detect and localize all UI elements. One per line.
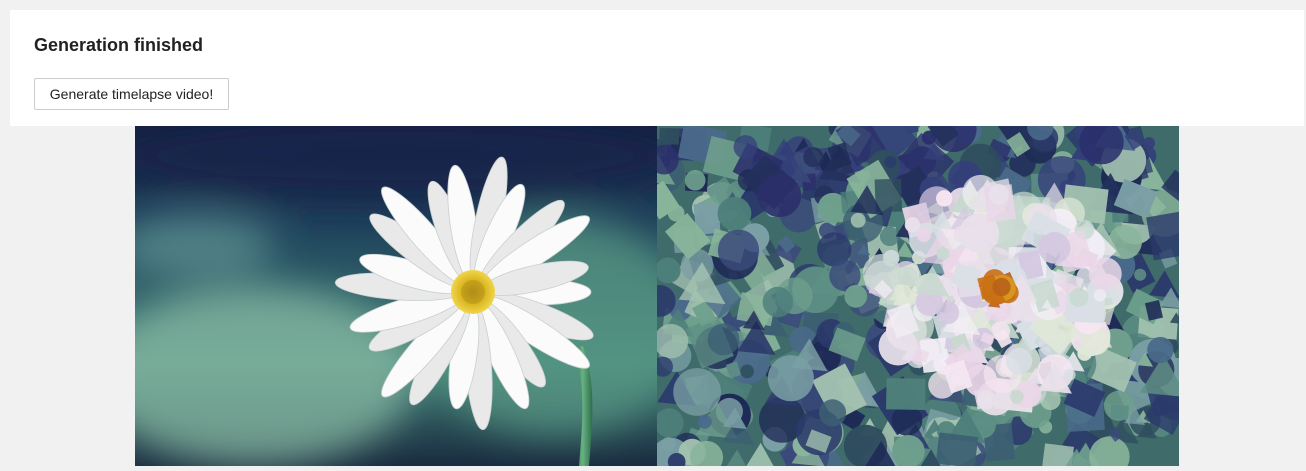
original-image <box>135 126 657 466</box>
generated-image <box>657 126 1179 466</box>
result-panel: Generation finished Generate timelapse v… <box>10 10 1304 126</box>
generate-timelapse-button[interactable]: Generate timelapse video! <box>34 78 229 110</box>
panel-title: Generation finished <box>34 35 204 55</box>
image-comparison: daisy-photo daisy-shape-approximation <box>135 126 1179 466</box>
